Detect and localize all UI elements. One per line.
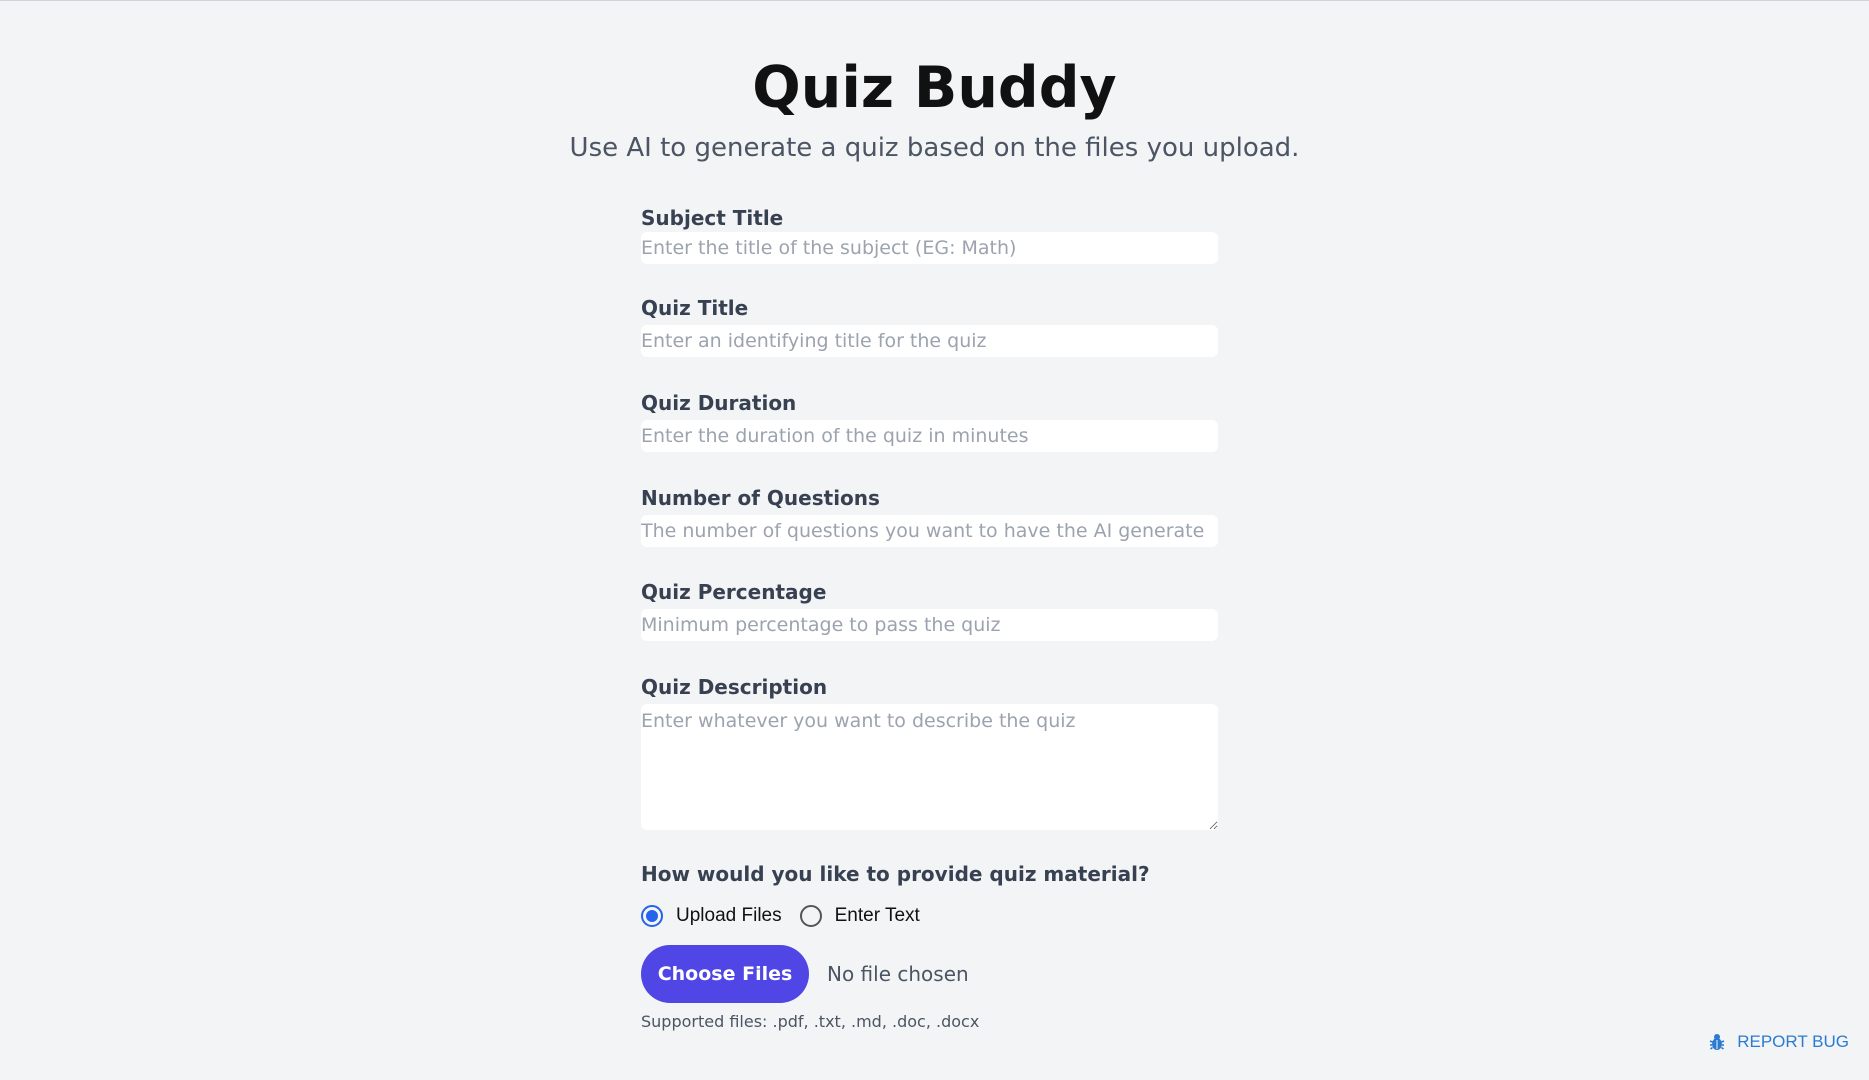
upload-files-radio[interactable] bbox=[641, 905, 663, 927]
subject-title-label: Subject Title bbox=[641, 206, 784, 230]
file-status-text: No file chosen bbox=[827, 962, 969, 986]
page-title: Quiz Buddy bbox=[752, 55, 1117, 121]
subject-title-input[interactable] bbox=[641, 232, 1218, 264]
quiz-description-label: Quiz Description bbox=[641, 675, 828, 699]
page-subtitle: Use AI to generate a quiz based on the f… bbox=[569, 133, 1300, 163]
number-of-questions-label: Number of Questions bbox=[641, 486, 880, 510]
report-bug-label[interactable]: REPORT BUG bbox=[1737, 1032, 1849, 1052]
report-bug-link[interactable]: REPORT BUG bbox=[1709, 1032, 1849, 1052]
enter-text-radio[interactable] bbox=[799, 905, 822, 927]
supported-files-hint: Supported files: .pdf, .txt, .md, .doc, … bbox=[641, 1012, 980, 1031]
number-of-questions-input[interactable] bbox=[641, 515, 1218, 547]
quiz-title-label: Quiz Title bbox=[641, 296, 749, 320]
quiz-percentage-label: Quiz Percentage bbox=[641, 580, 827, 604]
quiz-duration-input[interactable] bbox=[641, 420, 1218, 452]
quiz-percentage-input[interactable] bbox=[641, 609, 1218, 641]
bug-icon bbox=[1709, 1034, 1725, 1050]
material-radio-group: Upload Files Enter Text bbox=[641, 900, 920, 932]
quiz-title-input[interactable] bbox=[641, 325, 1218, 357]
material-question-label: How would you like to provide quiz mater… bbox=[641, 862, 1150, 886]
upload-files-radio-label[interactable]: Upload Files bbox=[676, 905, 782, 927]
quiz-description-textarea[interactable] bbox=[641, 704, 1218, 830]
quiz-duration-label: Quiz Duration bbox=[641, 391, 797, 415]
top-border bbox=[0, 0, 1869, 1]
choose-files-button[interactable]: Choose Files bbox=[641, 945, 809, 1003]
enter-text-radio-label[interactable]: Enter Text bbox=[835, 905, 920, 927]
